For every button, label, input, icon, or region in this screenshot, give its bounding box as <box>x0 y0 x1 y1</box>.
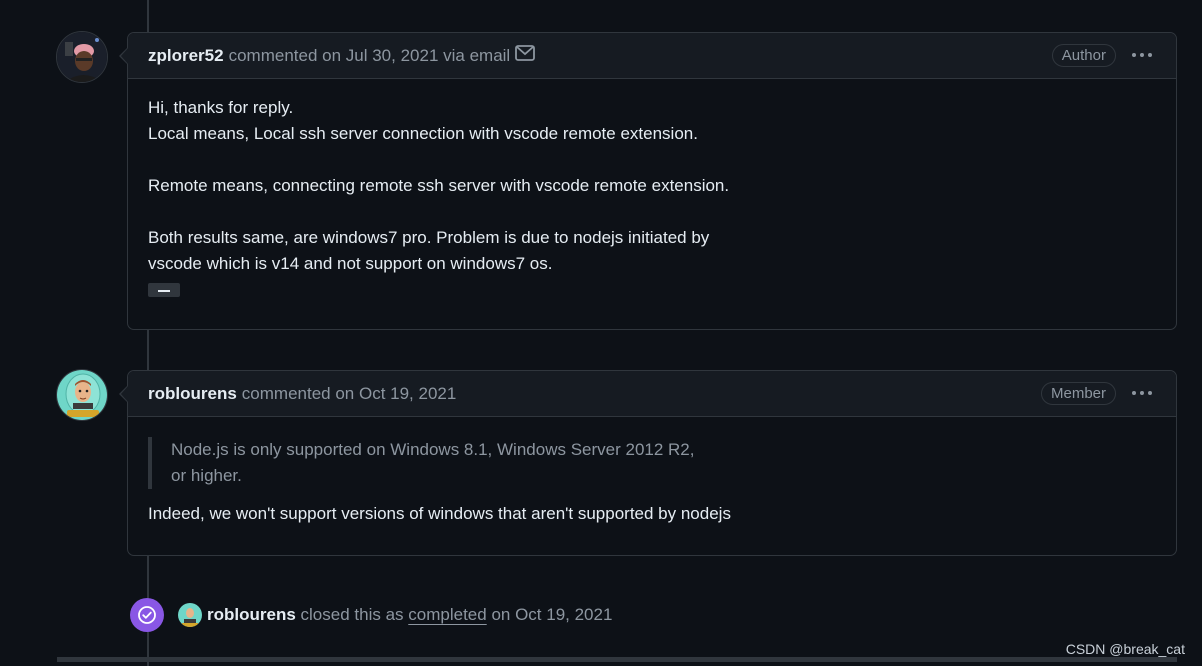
comment-header: zplorer52 commented on Jul 30, 2021 via … <box>128 33 1176 79</box>
comment-meta[interactable]: commented on Oct 19, 2021 <box>242 384 457 404</box>
event-action: closed this as <box>300 605 404 624</box>
quote-line: or higher. <box>171 466 242 485</box>
avatar-roblourens-small[interactable] <box>178 603 202 627</box>
comment-line: Local means, Local ssh server connection… <box>148 124 698 143</box>
comment-body: Hi, thanks for reply. Local means, Local… <box>128 79 1176 323</box>
mail-icon <box>515 45 536 66</box>
check-circle-icon <box>130 598 164 632</box>
avatar-zplorer52[interactable] <box>56 31 108 83</box>
comment-line: Both results same, are windows7 pro. Pro… <box>148 228 710 247</box>
avatar-roblourens[interactable] <box>56 369 108 421</box>
event-text: roblourens closed this as completed on O… <box>207 605 612 625</box>
kebab-horizontal-icon[interactable] <box>1132 53 1152 57</box>
kebab-horizontal-icon[interactable] <box>1132 391 1152 395</box>
expand-hidden-text-button[interactable] <box>148 283 180 297</box>
member-badge: Member <box>1040 382 1116 405</box>
timeline-line <box>147 0 149 32</box>
comment-author[interactable]: roblourens <box>148 384 237 404</box>
comment-meta[interactable]: commented on Jul 30, 2021 via email <box>229 46 511 66</box>
quote-line: Node.js is only supported on Windows 8.1… <box>171 440 695 459</box>
completed-link[interactable]: completed <box>408 605 486 624</box>
timeline-line <box>147 330 149 370</box>
comment-roblourens: roblourens commented on Oct 19, 2021 Mem… <box>119 370 1177 556</box>
comment-author[interactable]: zplorer52 <box>148 46 224 66</box>
comment-line: Remote means, connecting remote ssh serv… <box>148 176 730 195</box>
event-author[interactable]: roblourens <box>207 605 296 624</box>
watermark: CSDN @break_cat <box>1065 641 1185 657</box>
comment-line: vscode which is v14 and not support on w… <box>148 254 553 273</box>
comment-line: Hi, thanks for reply. <box>148 98 294 117</box>
closed-event: roblourens closed this as completed on O… <box>130 598 612 632</box>
comment-header: roblourens commented on Oct 19, 2021 Mem… <box>128 371 1176 417</box>
timeline-divider <box>57 657 1177 662</box>
author-badge: Author <box>1051 44 1116 67</box>
event-date[interactable]: on Oct 19, 2021 <box>491 605 612 624</box>
quote-block: Node.js is only supported on Windows 8.1… <box>148 437 1156 489</box>
comment-line: Indeed, we won't support versions of win… <box>148 504 731 523</box>
comment-zplorer52: zplorer52 commented on Jul 30, 2021 via … <box>119 32 1177 330</box>
comment-body: Node.js is only supported on Windows 8.1… <box>128 417 1176 545</box>
